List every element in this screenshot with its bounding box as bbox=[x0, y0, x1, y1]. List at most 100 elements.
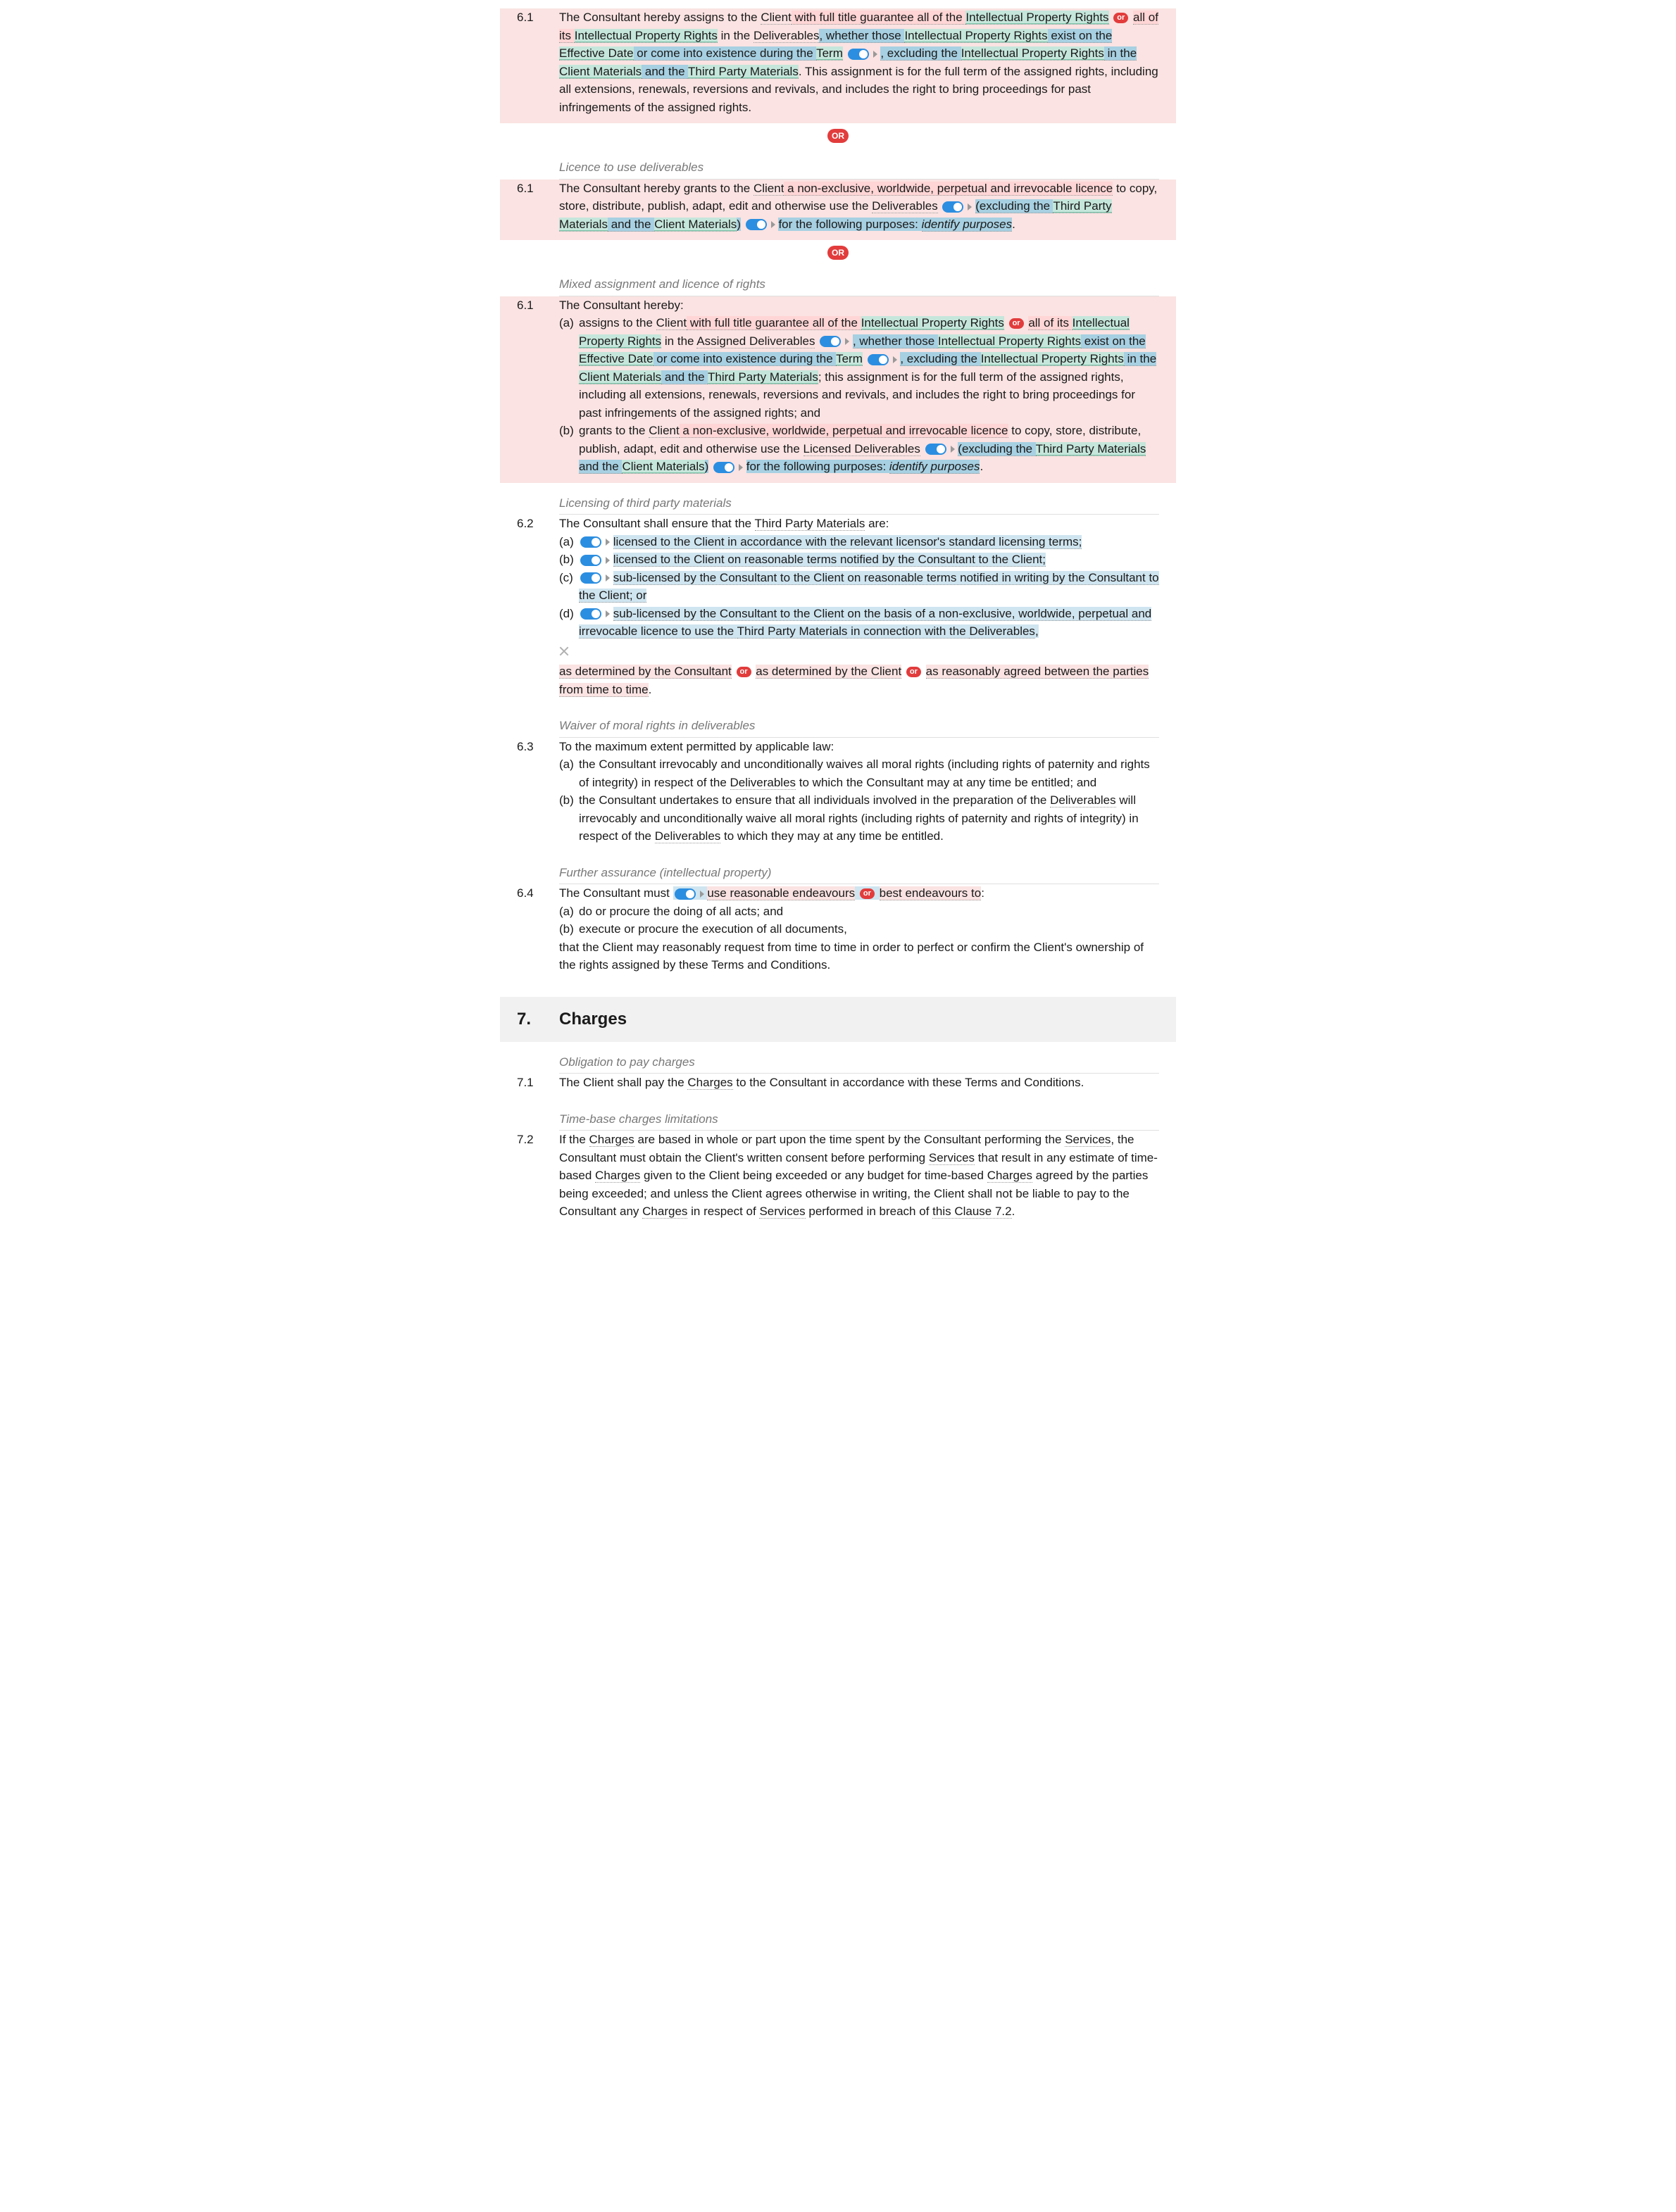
option-text[interactable]: or come into existence during the bbox=[653, 352, 837, 366]
option-text[interactable]: , excluding the bbox=[880, 46, 961, 61]
option-text[interactable]: as determined by the Client bbox=[756, 665, 901, 679]
or-badge[interactable]: or bbox=[1113, 13, 1128, 23]
defined-term[interactable]: Effective Date bbox=[559, 46, 634, 61]
or-badge[interactable]: or bbox=[737, 667, 751, 677]
defined-term[interactable]: Deliverables bbox=[753, 29, 820, 43]
defined-term[interactable]: Intellectual Property Rights bbox=[981, 352, 1124, 366]
defined-term[interactable]: Deliverables bbox=[655, 829, 721, 843]
defined-term[interactable]: Client bbox=[753, 182, 784, 196]
chevron-right-icon[interactable] bbox=[951, 446, 955, 453]
option-text[interactable]: ) bbox=[737, 218, 741, 231]
chevron-right-icon[interactable] bbox=[771, 221, 775, 228]
option-text[interactable]: in the bbox=[1104, 46, 1137, 61]
option-text[interactable]: and the bbox=[642, 65, 688, 79]
defined-term[interactable]: Effective Date bbox=[579, 352, 653, 366]
option-text[interactable]: a non-exclusive, worldwide, perpetual an… bbox=[784, 182, 1113, 196]
option-text[interactable]: with full title guarantee all of the bbox=[792, 11, 966, 25]
option-text[interactable]: in the bbox=[1124, 352, 1156, 366]
defined-term[interactable]: Deliverables bbox=[872, 199, 938, 213]
defined-term[interactable]: Term bbox=[816, 46, 843, 61]
defined-term[interactable]: Intellectual Property Rights bbox=[904, 29, 1047, 43]
defined-term[interactable]: Client bbox=[656, 316, 687, 330]
chevron-right-icon[interactable] bbox=[606, 539, 610, 546]
toggle-icon[interactable] bbox=[713, 462, 734, 473]
defined-term[interactable]: Charges bbox=[987, 1169, 1032, 1183]
defined-term[interactable]: Charges bbox=[687, 1076, 732, 1090]
defined-term[interactable]: Term bbox=[836, 352, 863, 366]
toggle-icon[interactable] bbox=[580, 608, 601, 620]
option-text[interactable]: ) bbox=[705, 460, 709, 473]
toggle-icon[interactable] bbox=[746, 219, 767, 230]
cross-reference[interactable]: this Clause 7.2 bbox=[932, 1205, 1011, 1219]
option-text[interactable]: and the bbox=[608, 218, 654, 232]
or-badge[interactable]: or bbox=[906, 667, 921, 677]
option-text[interactable]: (excluding the bbox=[958, 442, 1035, 456]
defined-term[interactable]: Intellectual Property Rights bbox=[861, 316, 1004, 330]
chevron-right-icon[interactable] bbox=[968, 203, 972, 210]
option-text[interactable]: , excluding the bbox=[900, 352, 980, 366]
toggle-icon[interactable] bbox=[580, 536, 601, 548]
defined-term[interactable]: Client bbox=[649, 424, 679, 438]
defined-term[interactable]: Client Materials bbox=[579, 370, 661, 384]
defined-term[interactable]: Charges bbox=[595, 1169, 640, 1183]
option-text[interactable]: use reasonable endeavours bbox=[707, 886, 855, 900]
defined-term[interactable]: Client bbox=[761, 11, 791, 25]
chevron-right-icon[interactable] bbox=[873, 51, 877, 58]
option-text[interactable]: for the following purposes: bbox=[746, 460, 889, 473]
option-text[interactable]: (excluding the bbox=[975, 199, 1053, 213]
option-text[interactable]: in connection with the bbox=[847, 624, 969, 639]
defined-term[interactable]: Intellectual Property Rights bbox=[965, 11, 1108, 25]
option-text[interactable]: all of its bbox=[1028, 316, 1072, 330]
defined-term[interactable]: Assigned Deliverables bbox=[696, 334, 815, 348]
editable-placeholder[interactable]: identify purposes bbox=[922, 218, 1013, 232]
defined-term[interactable]: Client Materials bbox=[654, 218, 737, 232]
defined-term[interactable]: Deliverables bbox=[1050, 793, 1116, 807]
defined-term[interactable]: Deliverables bbox=[730, 776, 796, 790]
chevron-right-icon[interactable] bbox=[606, 610, 610, 617]
option-text[interactable]: and the bbox=[661, 370, 708, 384]
toggle-icon[interactable] bbox=[848, 49, 869, 60]
defined-term[interactable]: Deliverables bbox=[969, 624, 1035, 639]
toggle-icon[interactable] bbox=[942, 201, 963, 213]
toggle-icon[interactable] bbox=[925, 444, 946, 455]
or-badge[interactable]: OR bbox=[827, 129, 849, 143]
remove-icon[interactable] bbox=[559, 646, 569, 656]
toggle-icon[interactable] bbox=[868, 354, 889, 365]
option-text[interactable]: , whether those bbox=[853, 334, 938, 348]
option-text[interactable]: , bbox=[1035, 624, 1039, 638]
defined-term[interactable]: Intellectual Property Rights bbox=[575, 29, 718, 43]
option-text[interactable]: best endeavours to bbox=[880, 886, 982, 900]
defined-term[interactable]: Third Party Materials bbox=[708, 370, 818, 384]
chevron-right-icon[interactable] bbox=[893, 356, 897, 363]
option-text[interactable]: exist on the bbox=[1048, 29, 1113, 43]
defined-term[interactable]: Licensed Deliverables bbox=[803, 442, 920, 456]
defined-term[interactable]: Services bbox=[759, 1205, 805, 1219]
defined-term[interactable]: Third Party Materials bbox=[1036, 442, 1146, 456]
defined-term[interactable]: Intellectual Property Rights bbox=[961, 46, 1104, 61]
editable-placeholder[interactable]: identify purposes bbox=[889, 460, 980, 474]
option-text[interactable]: for the following purposes: bbox=[778, 218, 921, 231]
toggle-icon[interactable] bbox=[820, 336, 841, 347]
defined-term[interactable]: Charges bbox=[642, 1205, 687, 1219]
toggle-icon[interactable] bbox=[580, 555, 601, 566]
defined-term[interactable]: Intellectual Property Rights bbox=[938, 334, 1081, 348]
option-text[interactable]: as determined by the Consultant bbox=[559, 665, 732, 679]
defined-term[interactable]: Third Party Materials bbox=[737, 624, 848, 639]
defined-term[interactable]: Services bbox=[1065, 1133, 1111, 1147]
defined-term[interactable]: Services bbox=[929, 1151, 975, 1165]
chevron-right-icon[interactable] bbox=[606, 574, 610, 582]
chevron-right-icon[interactable] bbox=[845, 338, 849, 345]
or-badge[interactable]: or bbox=[1009, 318, 1024, 329]
chevron-right-icon[interactable] bbox=[606, 557, 610, 564]
option-text[interactable]: a non-exclusive, worldwide, perpetual an… bbox=[680, 424, 1008, 438]
defined-term[interactable]: Client Materials bbox=[559, 65, 642, 79]
toggle-icon[interactable] bbox=[580, 572, 601, 584]
option-text[interactable]: sub-licensed by the Consultant to the Cl… bbox=[579, 571, 1159, 603]
option-text[interactable]: exist on the bbox=[1081, 334, 1146, 348]
option-text[interactable]: with full title guarantee all of the bbox=[687, 316, 861, 330]
defined-term[interactable]: Client Materials bbox=[622, 460, 704, 474]
option-text[interactable]: , whether those bbox=[819, 29, 904, 43]
defined-term[interactable]: Charges bbox=[589, 1133, 634, 1147]
defined-term[interactable]: Third Party Materials bbox=[755, 517, 865, 531]
or-badge[interactable]: or bbox=[860, 888, 875, 899]
